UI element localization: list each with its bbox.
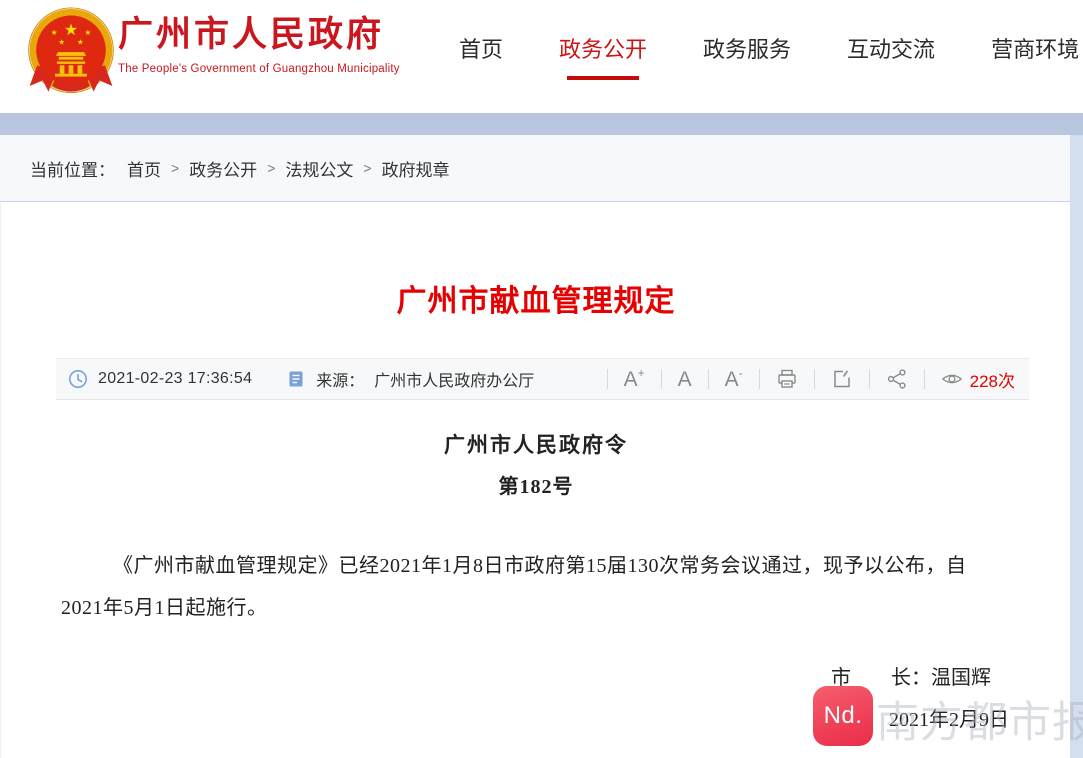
site-title: 广州市人民政府 [118,16,400,55]
site-header: ★ ★ ★ ★ ★ 广州市人民政府 The People's Governmen… [0,0,1083,113]
main-nav: 首页 政务公开 政务服务 互动交流 营商环境 [459,32,1079,80]
meta-bar: 2021-02-23 17:36:54 来源： 广州市人民政府办公厅 A+ [56,358,1029,400]
tool-separator [814,369,815,389]
breadcrumb-item-gov-affairs[interactable]: 政务公开 [189,156,257,181]
font-button-label: A [624,369,638,390]
meta-left-group: 2021-02-23 17:36:54 来源： 广州市人民政府办公厅 [68,367,534,391]
svg-text:★: ★ [51,28,58,37]
views-group: 228次 [941,367,1015,392]
header-band-divider [0,113,1083,135]
share-icon [886,368,908,390]
svg-text:★: ★ [85,28,92,37]
article-card: 广州市献血管理规定 2021-02-23 17:36:54 [0,203,1070,758]
decree-number: 第182号 [1,470,1071,499]
page-right-gutter [1070,135,1083,758]
site-subtitle: The People's Government of Guangzhou Mun… [118,63,400,75]
svg-text:★: ★ [64,22,78,39]
national-emblem-icon: ★ ★ ★ ★ ★ [24,6,118,102]
breadcrumb-separator: > [171,160,179,176]
font-button-label: A [725,369,739,390]
nav-item-interaction[interactable]: 互动交流 [847,32,935,80]
clock-icon [68,369,88,389]
breadcrumb-separator: > [363,160,371,176]
breadcrumb-prefix: 当前位置： [30,156,115,181]
source-document-icon [286,369,306,389]
svg-text:★: ★ [58,38,65,47]
breadcrumb-item-home[interactable]: 首页 [127,156,161,181]
breadcrumb: 当前位置： 首页 > 政务公开 > 法规公文 > 政府规章 [0,135,1070,202]
source-label: 来源： [316,367,364,391]
page: ★ ★ ★ ★ ★ 广州市人民政府 The People's Governmen… [0,0,1083,758]
tool-separator [607,369,608,389]
nav-item-gov-affairs[interactable]: 政务公开 [559,32,647,80]
font-button-modifier: - [739,367,743,379]
decree-title: 广州市人民政府令 [1,429,1071,459]
view-count: 228次 [970,367,1015,392]
nav-item-gov-services[interactable]: 政务服务 [703,32,791,80]
source-value: 广州市人民政府办公厅 [374,367,534,391]
nd-logo-text: Nd. [824,702,863,730]
nav-item-label: 政务公开 [559,37,647,62]
tool-separator [759,369,760,389]
tool-separator [661,369,662,389]
font-normal-button[interactable]: A [678,369,692,390]
decree-paragraph: 《广州市献血管理规定》已经2021年1月8日市政府第15届130次常务会议通过，… [61,545,999,629]
breadcrumb-separator: > [267,160,275,176]
southern-metropolis-daily-logo: Nd. [813,686,873,746]
tool-separator [708,369,709,389]
publish-datetime: 2021-02-23 17:36:54 [98,370,252,388]
breadcrumb-item-gov-rules[interactable]: 政府规章 [382,156,450,181]
correction-bracket-icon [831,368,853,390]
tool-separator [924,369,925,389]
meta-tools: A+ A A- [591,367,1015,392]
error-correction-button[interactable] [831,368,853,390]
share-button[interactable] [886,368,908,390]
nav-item-business-env[interactable]: 营商环境 [991,32,1079,80]
font-button-modifier: + [638,367,645,379]
breadcrumb-item-regulations[interactable]: 法规公文 [285,156,353,181]
tool-separator [869,369,870,389]
font-decrease-button[interactable]: A- [725,369,743,390]
mayor-signature: 市 长：温国辉 [1,661,1071,690]
print-button[interactable] [776,368,798,390]
font-increase-button[interactable]: A+ [624,369,645,390]
active-tab-underline [567,76,639,80]
printer-icon [776,368,798,390]
svg-text:★: ★ [77,38,84,47]
site-logo-text: 广州市人民政府 The People's Government of Guang… [118,16,400,75]
eye-icon [941,368,963,390]
watermark-text: 南方都市报 [876,688,1083,750]
article-title: 广州市献血管理规定 [1,276,1071,320]
font-button-label: A [678,369,692,390]
nav-item-home[interactable]: 首页 [459,32,503,80]
